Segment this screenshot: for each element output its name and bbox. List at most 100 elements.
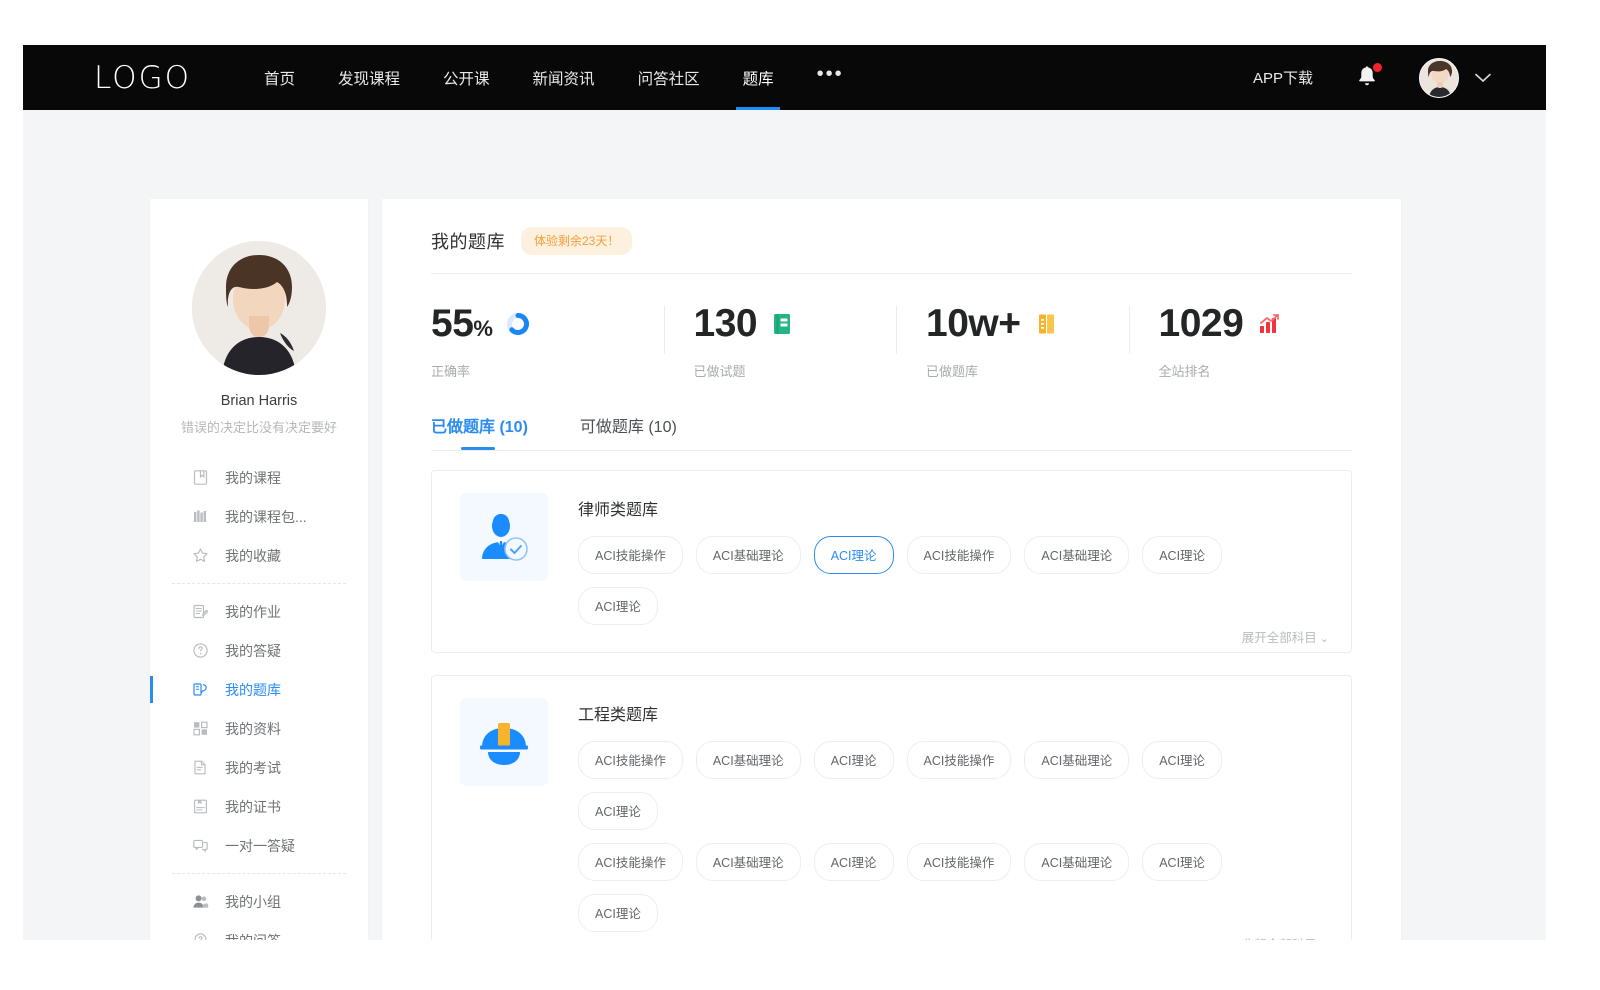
sidebar-item-my-group[interactable]: 我的小组: [150, 882, 368, 921]
sidebar-item-label: 我的资料: [225, 719, 281, 739]
sidebar-item-my-course-packages[interactable]: 我的课程包...: [150, 497, 368, 536]
subject-tag[interactable]: ACI理论: [578, 587, 658, 625]
red-chart-icon: [1256, 311, 1282, 337]
subject-tag-row: ACI技能操作 ACI基础理论 ACI理论 ACI技能操作 ACI基础理论 AC…: [578, 843, 1327, 940]
subject-tag[interactable]: ACI基础理论: [696, 843, 801, 881]
subject-tag[interactable]: ACI技能操作: [907, 536, 1012, 574]
subject-tag[interactable]: ACI理论: [578, 792, 658, 830]
stat-value-row: 55%: [431, 300, 664, 347]
question-bank-card[interactable]: 工程类题库 ACI技能操作 ACI基础理论 ACI理论 ACI技能操作 ACI基…: [431, 675, 1352, 940]
lawyer-icon: [460, 493, 548, 581]
stat-value-row: 10w+: [896, 300, 1129, 347]
sidebar-item-my-favorites[interactable]: 我的收藏: [150, 536, 368, 575]
sidebar-item-one-on-one[interactable]: 一对一答疑: [150, 826, 368, 865]
sidebar-item-my-question-bank[interactable]: 我的题库: [150, 670, 368, 709]
subject-tag[interactable]: ACI技能操作: [578, 843, 683, 881]
nav-item-open-class[interactable]: 公开课: [443, 45, 490, 110]
expand-label: 展开全部科目: [1242, 631, 1317, 645]
question-bank-card[interactable]: 律师类题库 ACI技能操作 ACI基础理论 ACI理论 ACI技能操作 ACI基…: [431, 470, 1352, 653]
subject-tag-row: ACI技能操作 ACI基础理论 ACI理论 ACI技能操作 ACI基础理论 AC…: [578, 536, 1327, 638]
question-bank-list: 律师类题库 ACI技能操作 ACI基础理论 ACI理论 ACI技能操作 ACI基…: [382, 470, 1401, 940]
books-icon: [192, 508, 209, 525]
card-title: 律师类题库: [578, 496, 1327, 520]
browser-viewport: LOGO 首页 发现课程 公开课 新闻资讯 问答社区 题库 ••• APP下载: [23, 45, 1546, 940]
bell-icon[interactable]: [1355, 64, 1381, 92]
materials-icon: [192, 720, 209, 737]
app-download-link[interactable]: APP下载: [1253, 67, 1313, 88]
question-circle-icon: [192, 642, 209, 659]
homework-icon: [192, 603, 209, 620]
main-content-card: 我的题库 体验剩余23天！ 55%: [382, 199, 1401, 940]
sidebar-item-my-exams[interactable]: 我的考试: [150, 748, 368, 787]
stat-label: 已做题库: [896, 361, 1129, 380]
subject-tag-selected[interactable]: ACI理论: [814, 536, 894, 574]
stat-banks-done: 10w+ 已做题库: [896, 300, 1129, 380]
sidebar-item-label: 我的证书: [225, 797, 281, 817]
nav-item-news[interactable]: 新闻资讯: [533, 45, 595, 110]
stat-value: 10w+: [926, 304, 1021, 343]
page-title: 我的题库: [431, 228, 505, 254]
one-on-one-icon: [192, 837, 209, 854]
subject-tag[interactable]: ACI技能操作: [907, 741, 1012, 779]
stat-label: 正确率: [431, 361, 664, 380]
subject-tag[interactable]: ACI理论: [1142, 536, 1222, 574]
sidebar-item-label: 我的收藏: [225, 546, 281, 566]
chevron-down-icon[interactable]: [1475, 73, 1491, 83]
sidebar-item-my-answers[interactable]: 我的答疑: [150, 631, 368, 670]
subject-tag[interactable]: ACI理论: [1142, 741, 1222, 779]
subject-tag[interactable]: ACI理论: [814, 843, 894, 881]
sidebar-item-label: 我的课程: [225, 468, 281, 488]
sidebar-item-label: 一对一答疑: [225, 836, 295, 856]
subject-tag[interactable]: ACI基础理论: [1024, 741, 1129, 779]
stat-label: 已做试题: [664, 361, 897, 380]
subject-tag-row: ACI技能操作 ACI基础理论 ACI理论 ACI技能操作 ACI基础理论 AC…: [578, 741, 1327, 843]
sidebar-item-label: 我的课程包...: [225, 507, 307, 527]
nav-right-group: APP下载: [1253, 58, 1491, 98]
sidebar-item-label: 我的题库: [225, 680, 281, 700]
sidebar-item-my-qa[interactable]: 我的问答: [150, 921, 368, 940]
subject-tag[interactable]: ACI技能操作: [578, 536, 683, 574]
content-tabs: 已做题库 (10) 可做题库 (10): [431, 413, 1401, 450]
top-navigation-bar: LOGO 首页 发现课程 公开课 新闻资讯 问答社区 题库 ••• APP下载: [23, 45, 1546, 110]
sidebar-item-my-courses[interactable]: 我的课程: [150, 458, 368, 497]
nav-item-question-bank[interactable]: 题库: [743, 45, 774, 110]
profile-signature: 错误的决定比没有决定要好: [150, 417, 368, 436]
subject-tag[interactable]: ACI技能操作: [578, 741, 683, 779]
sidebar-item-label: 我的考试: [225, 758, 281, 778]
expand-all-subjects-link[interactable]: 展开全部科目⌄: [1242, 627, 1329, 646]
main-header: 我的题库 体验剩余23天！: [382, 199, 1401, 255]
stat-questions-done: 130 已做试题: [664, 300, 897, 380]
subject-tag[interactable]: ACI基础理论: [1024, 843, 1129, 881]
nav-item-home[interactable]: 首页: [264, 45, 295, 110]
page-root: LOGO 首页 发现课程 公开课 新闻资讯 问答社区 题库 ••• APP下载: [0, 0, 1600, 990]
card-body: 律师类题库 ACI技能操作 ACI基础理论 ACI理论 ACI技能操作 ACI基…: [548, 493, 1327, 638]
subject-tag[interactable]: ACI技能操作: [907, 843, 1012, 881]
tab-done-banks[interactable]: 已做题库 (10): [431, 413, 528, 450]
exam-paper-icon: [192, 759, 209, 776]
nav-item-qa-community[interactable]: 问答社区: [638, 45, 700, 110]
ellipsis-icon[interactable]: •••: [817, 45, 844, 107]
stat-value-row: 130: [664, 300, 897, 347]
sidebar-item-my-certificates[interactable]: 我的证书: [150, 787, 368, 826]
subject-tag[interactable]: ACI基础理论: [1024, 536, 1129, 574]
stat-value: 55%: [431, 304, 492, 343]
subject-tag[interactable]: ACI基础理论: [696, 536, 801, 574]
chevron-down-icon: ⌄: [1320, 633, 1329, 645]
subject-tag[interactable]: ACI理论: [1142, 843, 1222, 881]
star-icon: [192, 547, 209, 564]
avatar[interactable]: [1419, 58, 1459, 98]
tab-available-banks[interactable]: 可做题库 (10): [580, 413, 677, 450]
group-icon: [192, 893, 209, 910]
sidebar-item-label: 我的问答: [225, 931, 281, 941]
collapse-all-subjects-link[interactable]: 收起全部科目⌃: [1242, 934, 1329, 940]
site-logo[interactable]: LOGO: [94, 60, 191, 96]
stat-label: 全站排名: [1129, 361, 1362, 380]
sidebar-item-my-homework[interactable]: 我的作业: [150, 592, 368, 631]
subject-tag[interactable]: ACI理论: [814, 741, 894, 779]
subject-tag[interactable]: ACI基础理论: [696, 741, 801, 779]
subject-tag[interactable]: ACI理论: [578, 894, 658, 932]
nav-item-discover-courses[interactable]: 发现课程: [338, 45, 400, 110]
notification-dot: [1373, 63, 1382, 72]
sidebar-item-my-materials[interactable]: 我的资料: [150, 709, 368, 748]
stats-row: 55% 正确率 130: [382, 300, 1401, 380]
